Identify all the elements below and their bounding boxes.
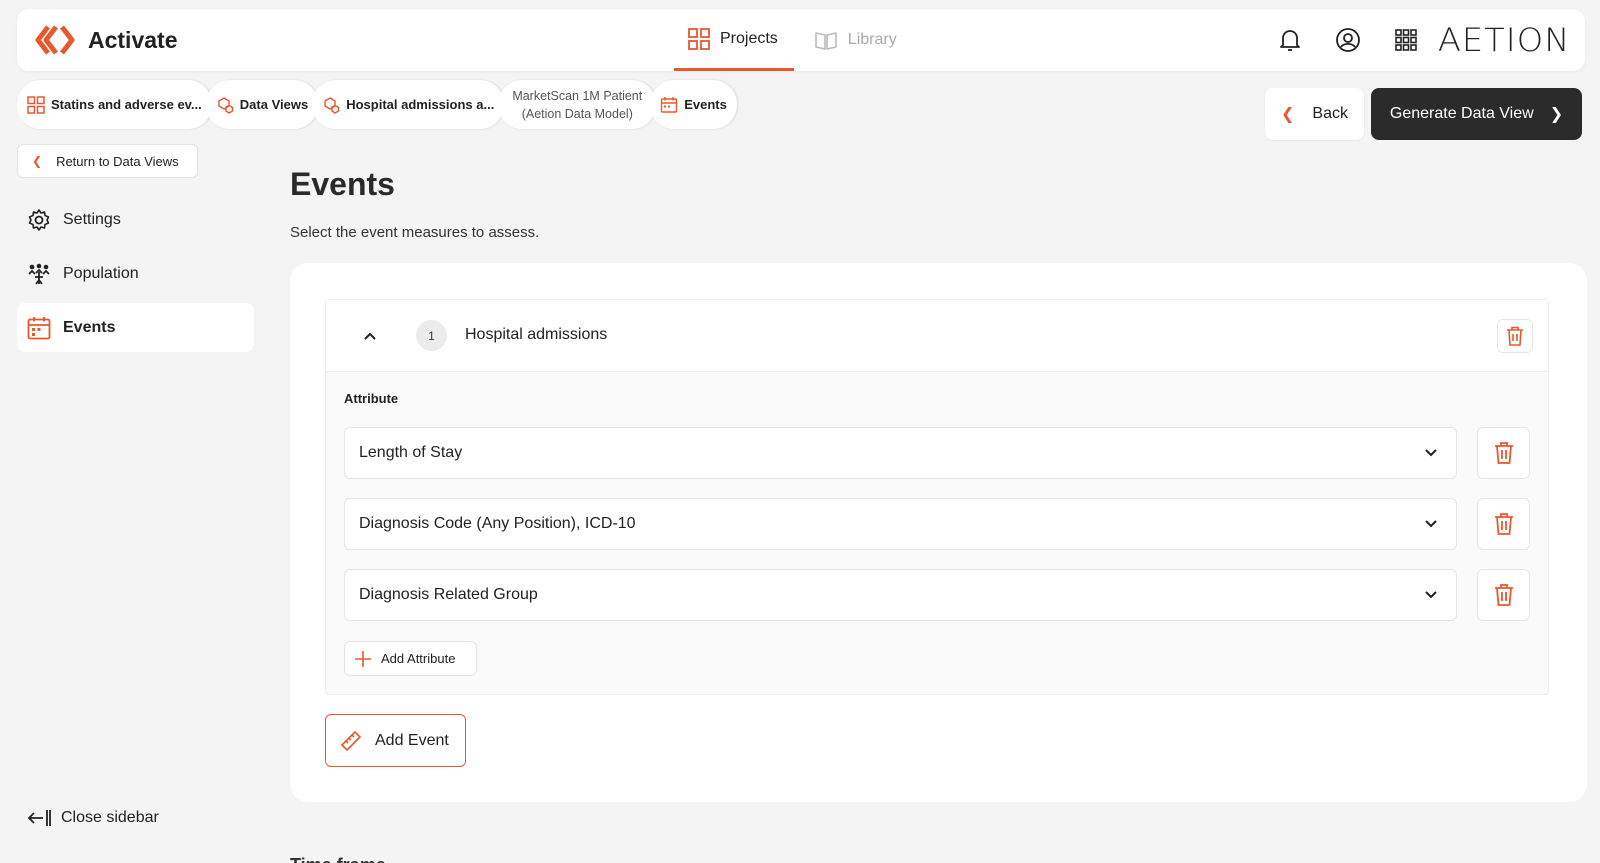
delete-attribute-button[interactable]	[1477, 569, 1530, 621]
gear-icon	[28, 208, 50, 231]
back-button[interactable]: ❮ Back	[1265, 88, 1364, 140]
main-nav: Projects Library	[674, 9, 913, 71]
app-name: Activate	[88, 26, 178, 53]
tab-library-label: Library	[847, 31, 897, 48]
chevron-down-icon	[1425, 591, 1437, 599]
event-card: 1 Hospital admissions Attribute Length o…	[325, 299, 1549, 695]
book-icon	[814, 32, 837, 50]
attribute-select[interactable]: Diagnosis Related Group	[344, 569, 1457, 621]
ruler-icon	[341, 730, 361, 751]
sidebar-item-label: Population	[63, 264, 139, 282]
attribute-select[interactable]: Diagnosis Code (Any Position), ICD-10	[344, 498, 1457, 550]
chevron-left-icon: ❮	[32, 154, 43, 168]
attribute-value: Diagnosis Code (Any Position), ICD-10	[359, 515, 636, 532]
next-section-heading: Time frame	[290, 855, 386, 863]
event-number-badge: 1	[416, 320, 447, 351]
add-attribute-label: Add Attribute	[381, 651, 456, 666]
delete-attribute-button[interactable]	[1477, 427, 1530, 479]
chevron-right-icon: ❯	[1549, 106, 1564, 123]
attribute-select[interactable]: Length of Stay	[344, 427, 1457, 479]
close-sidebar-button[interactable]: Close sidebar	[27, 808, 159, 828]
breadcrumb-source-line1: MarketScan 1M Patient	[512, 88, 643, 103]
return-label: Return to Data Views	[56, 153, 179, 169]
breadcrumb-label: Events	[684, 97, 727, 112]
event-header[interactable]: 1 Hospital admissions	[326, 300, 1548, 372]
chevron-down-icon	[1425, 520, 1437, 528]
attribute-label: Attribute	[344, 391, 399, 406]
delete-event-button[interactable]	[1497, 319, 1533, 353]
people-icon	[28, 263, 50, 285]
calendar-icon	[661, 96, 678, 113]
user-account-icon[interactable]	[1335, 27, 1361, 53]
back-button-label: Back	[1312, 105, 1348, 122]
breadcrumb-source-line2: (Aetion Data Model)	[521, 106, 633, 121]
add-event-label: Add Event	[375, 731, 449, 749]
breadcrumb-data-source[interactable]: MarketScan 1M Patient (Aetion Data Model…	[498, 80, 657, 129]
chevron-down-icon	[1425, 449, 1437, 457]
cubes-icon	[324, 96, 340, 114]
calendar-icon	[27, 316, 51, 339]
aetion-logo: AETION	[1437, 21, 1571, 59]
sidebar-item-settings[interactable]: Settings	[17, 195, 254, 244]
add-attribute-button[interactable]: Add Attribute	[344, 641, 477, 676]
add-event-button[interactable]: Add Event	[325, 714, 466, 767]
sidebar-item-label: Events	[63, 318, 116, 336]
breadcrumb: Statins and adverse ev... Data Views Hos…	[17, 80, 737, 129]
sidebar-item-population[interactable]: Population	[17, 249, 254, 298]
breadcrumb-events[interactable]: Events	[650, 80, 737, 129]
top-bar: Activate Projects Library AETION	[17, 9, 1585, 71]
delete-attribute-button[interactable]	[1477, 498, 1530, 550]
breadcrumb-data-view[interactable]: Hospital admissions a...	[312, 80, 505, 129]
breadcrumb-label: Statins and adverse ev...	[51, 97, 202, 112]
page-subtitle: Select the event measures to assess.	[290, 224, 540, 241]
trash-icon	[1494, 584, 1513, 606]
attribute-value: Diagnosis Related Group	[359, 586, 538, 603]
tab-projects[interactable]: Projects	[674, 9, 794, 71]
attribute-value: Length of Stay	[359, 444, 463, 461]
breadcrumb-data-views[interactable]: Data Views	[205, 80, 319, 129]
sidebar-item-events[interactable]: Events	[17, 303, 254, 352]
trash-icon	[1494, 513, 1513, 535]
app-launcher-icon[interactable]	[1393, 27, 1419, 53]
chevron-left-icon: ❮	[1281, 106, 1295, 123]
events-panel: 1 Hospital admissions Attribute Length o…	[290, 263, 1587, 802]
grid-icon	[688, 27, 710, 50]
grid-icon	[27, 95, 45, 114]
sidebar-item-label: Settings	[63, 210, 121, 228]
return-to-data-views-button[interactable]: ❮ Return to Data Views	[17, 144, 198, 178]
tab-library[interactable]: Library	[800, 9, 913, 71]
page-title: Events	[290, 166, 395, 202]
chevron-up-icon[interactable]	[359, 325, 381, 347]
plus-icon	[355, 650, 371, 667]
trash-icon	[1507, 326, 1523, 346]
generate-button-label: Generate Data View	[1389, 105, 1534, 122]
cubes-icon	[218, 96, 233, 114]
tab-projects-label: Projects	[720, 29, 778, 47]
activate-logo-icon	[35, 25, 75, 55]
trash-icon	[1494, 442, 1513, 464]
bell-icon[interactable]	[1277, 27, 1303, 53]
collapse-sidebar-icon	[27, 810, 51, 826]
brand[interactable]: Activate	[34, 25, 177, 55]
top-icons: AETION	[1245, 9, 1569, 71]
generate-data-view-button[interactable]: Generate Data View ❯	[1371, 88, 1582, 140]
breadcrumb-label: Hospital admissions a...	[346, 97, 495, 112]
breadcrumb-label: Data Views	[239, 97, 309, 112]
event-name: Hospital admissions	[465, 326, 608, 343]
breadcrumb-project[interactable]: Statins and adverse ev...	[17, 80, 212, 129]
close-sidebar-label: Close sidebar	[61, 809, 159, 826]
